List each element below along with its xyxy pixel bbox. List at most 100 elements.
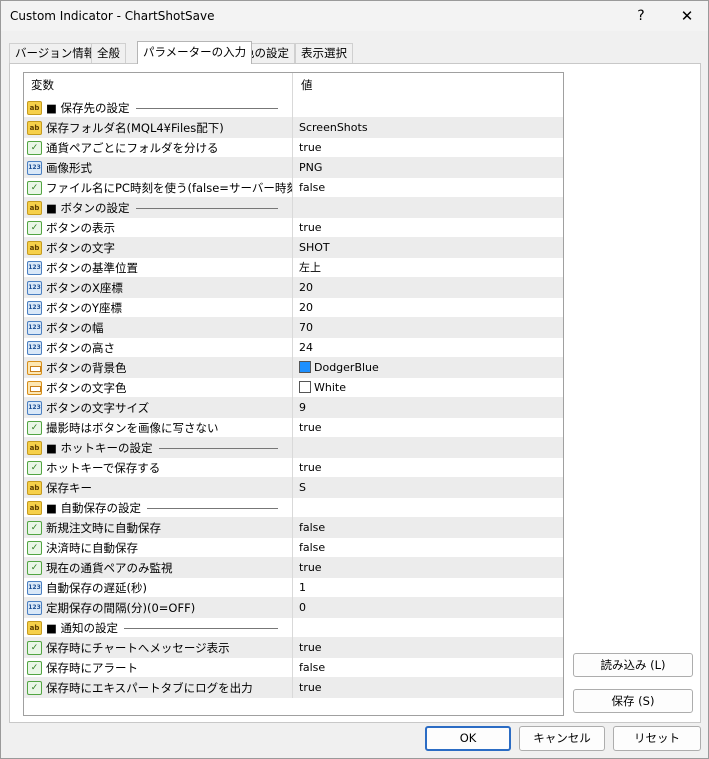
parameter-value-cell[interactable]: true bbox=[294, 458, 563, 478]
parameter-name-cell: ab ■ 保存先の設定 bbox=[24, 98, 293, 118]
section-row[interactable]: ab ■ ボタンの設定 bbox=[24, 198, 563, 218]
tab-input-parameters[interactable]: パラメーターの入力 bbox=[137, 41, 253, 64]
parameter-value-cell[interactable]: 1 bbox=[294, 578, 563, 598]
parameter-row[interactable]: ✓ ファイル名にPC時刻を使う(false=サーバー時刻) false bbox=[24, 178, 563, 198]
parameter-name-cell: ✓ 新規注文時に自動保存 bbox=[24, 518, 293, 538]
parameter-name: ホットキーで保存する bbox=[46, 461, 161, 475]
parameter-row[interactable]: ✓ 保存時にアラート false bbox=[24, 658, 563, 678]
parameter-value: 0 bbox=[299, 601, 306, 614]
parameter-row[interactable]: ab ボタンの文字 SHOT bbox=[24, 238, 563, 258]
tab-version-info[interactable]: バージョン情報 bbox=[9, 43, 102, 63]
header-value[interactable]: 値 bbox=[294, 73, 563, 98]
number-type-icon: 123 bbox=[27, 401, 42, 415]
parameter-value-cell[interactable]: true bbox=[294, 678, 563, 698]
parameter-row[interactable]: 123 ボタンの幅 70 bbox=[24, 318, 563, 338]
parameter-value-cell[interactable] bbox=[294, 618, 563, 638]
parameter-value-cell[interactable]: 0 bbox=[294, 598, 563, 618]
parameter-row[interactable]: ✓ ホットキーで保存する true bbox=[24, 458, 563, 478]
parameter-name-cell: 123 ボタンのY座標 bbox=[24, 298, 293, 318]
parameter-row[interactable]: ✓ 撮影時はボタンを画像に写さない true bbox=[24, 418, 563, 438]
parameter-value-cell[interactable]: 9 bbox=[294, 398, 563, 418]
parameter-row[interactable]: ✓ ボタンの表示 true bbox=[24, 218, 563, 238]
parameter-value: 70 bbox=[299, 321, 313, 334]
parameter-value-cell[interactable]: White bbox=[294, 378, 563, 398]
boolean-type-icon: ✓ bbox=[27, 141, 42, 155]
cancel-button[interactable]: キャンセル bbox=[519, 726, 605, 751]
section-row[interactable]: ab ■ ホットキーの設定 bbox=[24, 438, 563, 458]
number-type-icon: 123 bbox=[27, 601, 42, 615]
boolean-type-icon: ✓ bbox=[27, 541, 42, 555]
parameter-value-cell[interactable] bbox=[294, 498, 563, 518]
parameter-value-cell[interactable]: false bbox=[294, 178, 563, 198]
parameter-value-cell[interactable]: true bbox=[294, 418, 563, 438]
parameter-value-cell[interactable] bbox=[294, 438, 563, 458]
parameter-row[interactable]: 123 ボタンの基準位置 左上 bbox=[24, 258, 563, 278]
parameter-value-cell[interactable]: false bbox=[294, 538, 563, 558]
parameter-value-cell[interactable]: true bbox=[294, 558, 563, 578]
parameter-value: false bbox=[299, 541, 326, 554]
parameter-value-cell[interactable]: 24 bbox=[294, 338, 563, 358]
parameter-value-cell[interactable]: PNG bbox=[294, 158, 563, 178]
parameter-name-cell: ab ■ ホットキーの設定 bbox=[24, 438, 293, 458]
load-button[interactable]: 読み込み (L) bbox=[573, 653, 693, 677]
parameter-row[interactable]: ✓ 決済時に自動保存 false bbox=[24, 538, 563, 558]
help-button[interactable]: ? bbox=[618, 1, 664, 31]
number-type-icon: 123 bbox=[27, 261, 42, 275]
parameter-value-cell[interactable]: false bbox=[294, 658, 563, 678]
ok-button[interactable]: OK bbox=[425, 726, 511, 751]
reset-button[interactable]: リセット bbox=[613, 726, 701, 751]
parameter-name: 決済時に自動保存 bbox=[46, 541, 138, 555]
parameter-row[interactable]: 123 ボタンの高さ 24 bbox=[24, 338, 563, 358]
parameter-name-cell: ✓ 保存時にチャートへメッセージ表示 bbox=[24, 638, 293, 658]
parameter-row[interactable]: 123 定期保存の間隔(分)(0=OFF) 0 bbox=[24, 598, 563, 618]
parameter-value-cell[interactable]: 20 bbox=[294, 278, 563, 298]
parameter-value-cell[interactable]: 20 bbox=[294, 298, 563, 318]
parameter-value-cell[interactable]: DodgerBlue bbox=[294, 358, 563, 378]
tab-visualization[interactable]: 表示選択 bbox=[295, 43, 353, 63]
parameter-value-cell[interactable]: true bbox=[294, 218, 563, 238]
parameter-value: SHOT bbox=[299, 241, 330, 254]
parameter-row[interactable]: ✓ 通貨ペアごとにフォルダを分ける true bbox=[24, 138, 563, 158]
parameter-value-cell[interactable] bbox=[294, 98, 563, 118]
parameter-row[interactable]: ボタンの背景色 DodgerBlue bbox=[24, 358, 563, 378]
parameter-row[interactable]: ab 保存フォルダ名(MQL4¥Files配下) ScreenShots bbox=[24, 118, 563, 138]
section-divider-line bbox=[136, 208, 278, 209]
boolean-type-icon: ✓ bbox=[27, 461, 42, 475]
section-row[interactable]: ab ■ 通知の設定 bbox=[24, 618, 563, 638]
close-button[interactable]: ✕ bbox=[664, 1, 709, 31]
parameter-value-cell[interactable]: false bbox=[294, 518, 563, 538]
parameter-row[interactable]: ✓ 保存時にチャートへメッセージ表示 true bbox=[24, 638, 563, 658]
parameter-name: 画像形式 bbox=[46, 161, 92, 175]
parameter-name-cell: 123 画像形式 bbox=[24, 158, 293, 178]
section-row[interactable]: ab ■ 保存先の設定 bbox=[24, 98, 563, 118]
parameter-row[interactable]: ab 保存キー S bbox=[24, 478, 563, 498]
parameter-row[interactable]: ✓ 現在の通貨ペアのみ監視 true bbox=[24, 558, 563, 578]
parameter-row[interactable]: 123 ボタンのY座標 20 bbox=[24, 298, 563, 318]
parameter-row[interactable]: 123 ボタンの文字サイズ 9 bbox=[24, 398, 563, 418]
save-button[interactable]: 保存 (S) bbox=[573, 689, 693, 713]
parameter-row[interactable]: 123 画像形式 PNG bbox=[24, 158, 563, 178]
section-divider-line bbox=[136, 108, 278, 109]
parameter-value: S bbox=[299, 481, 306, 494]
parameter-value: true bbox=[299, 141, 322, 154]
parameter-row[interactable]: ✓ 新規注文時に自動保存 false bbox=[24, 518, 563, 538]
header-variable[interactable]: 変数 bbox=[24, 73, 293, 98]
parameter-row[interactable]: ボタンの文字色 White bbox=[24, 378, 563, 398]
parameter-name: 定期保存の間隔(分)(0=OFF) bbox=[46, 601, 196, 615]
parameter-value-cell[interactable]: ScreenShots bbox=[294, 118, 563, 138]
parameter-value-cell[interactable]: true bbox=[294, 638, 563, 658]
parameter-value-cell[interactable]: true bbox=[294, 138, 563, 158]
parameter-row[interactable]: 123 ボタンのX座標 20 bbox=[24, 278, 563, 298]
parameter-name-cell: ✓ 保存時にアラート bbox=[24, 658, 293, 678]
parameter-value-cell[interactable]: SHOT bbox=[294, 238, 563, 258]
section-row[interactable]: ab ■ 自動保存の設定 bbox=[24, 498, 563, 518]
parameter-value-cell[interactable]: 70 bbox=[294, 318, 563, 338]
parameter-name: ボタンのY座標 bbox=[46, 301, 123, 315]
parameter-row[interactable]: 123 自動保存の遅延(秒) 1 bbox=[24, 578, 563, 598]
parameter-value: 20 bbox=[299, 301, 313, 314]
tab-general[interactable]: 全般 bbox=[91, 43, 126, 63]
parameter-value-cell[interactable] bbox=[294, 198, 563, 218]
parameter-row[interactable]: ✓ 保存時にエキスパートタブにログを出力 true bbox=[24, 678, 563, 698]
parameter-value-cell[interactable]: 左上 bbox=[294, 258, 563, 278]
parameter-value-cell[interactable]: S bbox=[294, 478, 563, 498]
